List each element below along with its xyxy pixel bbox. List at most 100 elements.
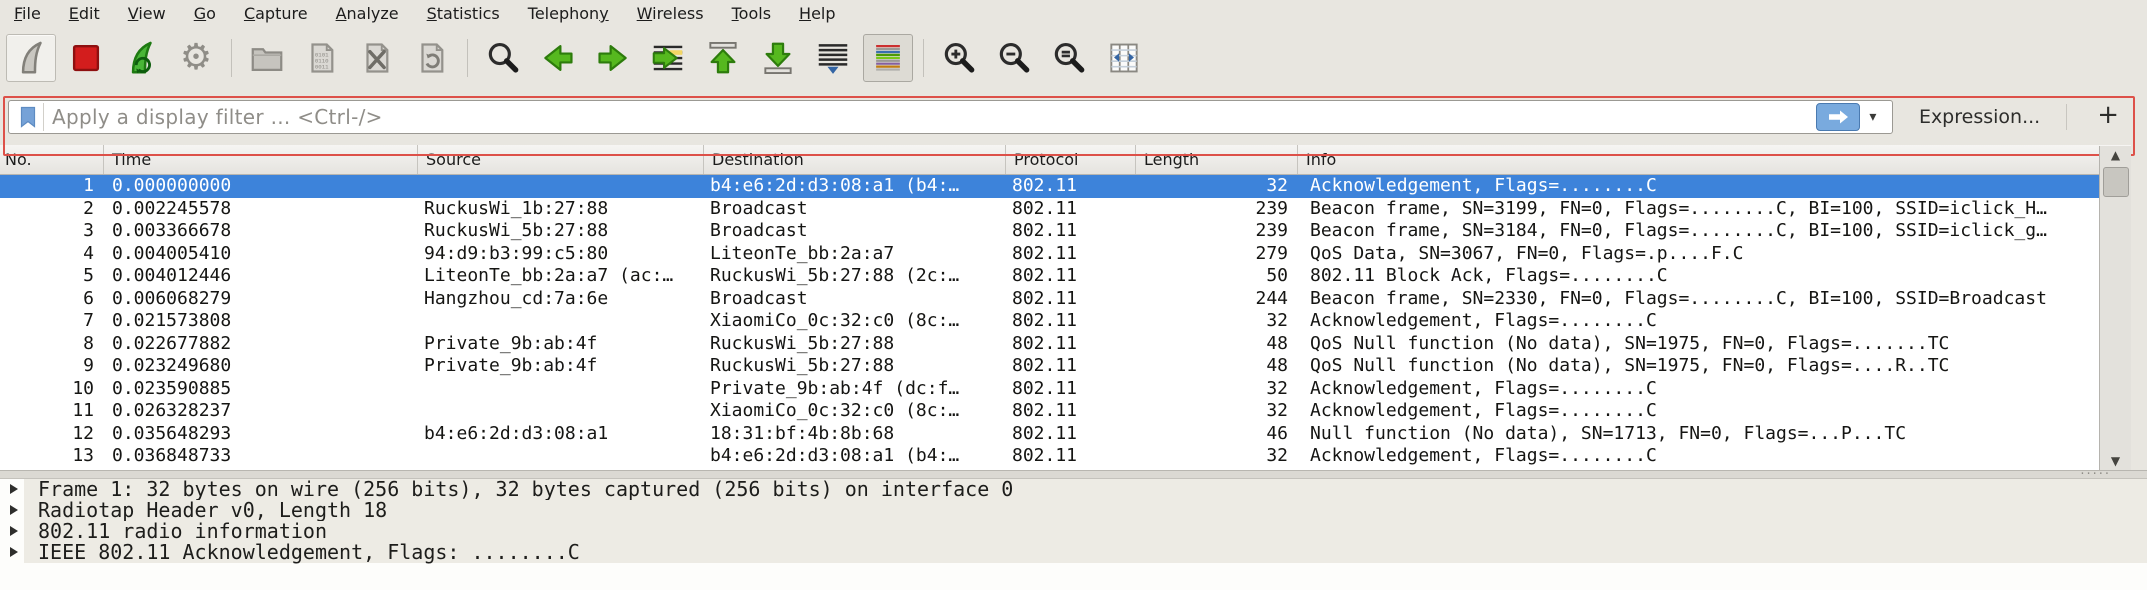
cell-time: 0.036848733 (104, 445, 418, 468)
filter-separator (2066, 104, 2067, 130)
column-header-time[interactable]: Time (104, 145, 418, 174)
column-header-no[interactable]: No. (0, 145, 104, 174)
packet-row-8[interactable]: 80.022677882Private_9b:ab:4fRuckusWi_5b:… (0, 333, 2099, 356)
cell-source: RuckusWi_1b:27:88 (418, 198, 704, 221)
cell-protocol: 802.11 (1006, 423, 1136, 446)
packet-row-1[interactable]: 10.000000000b4:e6:2d:d3:08:a1 (b4:…802.1… (0, 175, 2099, 198)
detail-row-1[interactable]: Frame 1: 32 bytes on wire (256 bits), 32… (0, 479, 2147, 500)
packet-row-10[interactable]: 100.023590885Private_9b:ab:4f (dc:f…802.… (0, 378, 2099, 401)
menu-wireless[interactable]: Wireless (623, 0, 718, 27)
save-file-button[interactable]: 010101100011 (297, 34, 347, 82)
menu-statistics[interactable]: Statistics (413, 0, 514, 27)
column-header-length[interactable]: Length (1136, 145, 1298, 174)
column-header-protocol[interactable]: Protocol (1006, 145, 1136, 174)
cell-destination: XiaomiCo_0c:32:c0 (8c:… (704, 400, 1006, 423)
resize-columns-button[interactable] (1099, 34, 1149, 82)
expression-button[interactable]: Expression... (1909, 106, 2050, 128)
detail-row-3[interactable]: 802.11 radio information (0, 521, 2147, 542)
menu-go[interactable]: Go (180, 0, 230, 27)
reload-file-button[interactable] (407, 34, 457, 82)
cell-time: 0.002245578 (104, 198, 418, 221)
scroll-up-icon[interactable]: ▲ (2100, 146, 2131, 164)
cell-destination: Broadcast (704, 220, 1006, 243)
zoom-original-button[interactable] (1044, 34, 1094, 82)
go-forward-button[interactable] (588, 34, 638, 82)
display-filter-field[interactable]: ▾ (8, 100, 1893, 134)
cell-destination: RuckusWi_5b:27:88 (704, 355, 1006, 378)
filter-bookmark-icon[interactable] (13, 103, 44, 131)
cell-destination: RuckusWi_5b:27:88 (704, 333, 1006, 356)
detail-text: IEEE 802.11 Acknowledgement, Flags: ....… (38, 542, 580, 563)
column-header-info[interactable]: Info (1298, 145, 2131, 174)
go-back-button[interactable] (533, 34, 583, 82)
menu-tools[interactable]: Tools (718, 0, 785, 27)
close-file-button[interactable] (352, 34, 402, 82)
cell-protocol: 802.11 (1006, 198, 1136, 221)
packet-row-9[interactable]: 90.023249680Private_9b:ab:4fRuckusWi_5b:… (0, 355, 2099, 378)
expander-icon[interactable] (10, 526, 18, 536)
packet-row-5[interactable]: 50.004012446LiteonTe_bb:2a:a7 (ac:…Rucku… (0, 265, 2099, 288)
capture-options-button[interactable]: ⚙ (171, 34, 221, 82)
menu-capture[interactable]: Capture (230, 0, 322, 27)
go-last-button[interactable] (753, 34, 803, 82)
go-to-packet-button[interactable] (643, 34, 693, 82)
menu-file[interactable]: File (0, 0, 55, 27)
scroll-down-icon[interactable]: ▼ (2100, 452, 2131, 470)
menu-analyze[interactable]: Analyze (322, 0, 413, 27)
detail-text: Frame 1: 32 bytes on wire (256 bits), 32… (38, 479, 1013, 500)
menu-telephony[interactable]: Telephony (514, 0, 623, 27)
packet-row-4[interactable]: 40.00400541094:d9:b3:99:c5:80LiteonTe_bb… (0, 243, 2099, 266)
colorize-button[interactable] (863, 34, 913, 82)
cell-no: 5 (0, 265, 104, 288)
cell-time: 0.000000000 (104, 175, 418, 198)
cell-info: Beacon frame, SN=3199, FN=0, Flags=.....… (1298, 198, 2099, 221)
open-file-button[interactable] (242, 34, 292, 82)
filter-dropdown-caret[interactable]: ▾ (1860, 104, 1886, 130)
add-filter-button[interactable]: + (2083, 102, 2133, 132)
packet-list-scrollbar[interactable]: ▲ ▼ (2099, 146, 2131, 470)
packet-list-header: No.TimeSourceDestinationProtocolLengthIn… (0, 145, 2131, 175)
cell-no: 3 (0, 220, 104, 243)
packet-row-13[interactable]: 130.036848733b4:e6:2d:d3:08:a1 (b4:…802.… (0, 445, 2099, 468)
cell-length: 244 (1136, 288, 1298, 311)
find-packet-button[interactable] (478, 34, 528, 82)
auto-scroll-button[interactable] (808, 34, 858, 82)
packet-row-3[interactable]: 30.003366678RuckusWi_5b:27:88Broadcast80… (0, 220, 2099, 243)
svg-text:0011: 0011 (315, 63, 329, 70)
apply-filter-button[interactable] (1816, 103, 1860, 131)
go-forward-icon (594, 39, 632, 77)
menu-view[interactable]: View (114, 0, 180, 27)
detail-row-4[interactable]: IEEE 802.11 Acknowledgement, Flags: ....… (0, 542, 2147, 563)
packet-row-7[interactable]: 70.021573808XiaomiCo_0c:32:c0 (8c:…802.1… (0, 310, 2099, 333)
zoom-out-button[interactable] (989, 34, 1039, 82)
restart-capture-button[interactable] (116, 34, 166, 82)
go-first-button[interactable] (698, 34, 748, 82)
cell-source (418, 445, 704, 468)
packet-row-6[interactable]: 60.006068279Hangzhou_cd:7a:6eBroadcast80… (0, 288, 2099, 311)
detail-row-2[interactable]: Radiotap Header v0, Length 18 (0, 500, 2147, 521)
display-filter-input[interactable] (44, 105, 1816, 129)
cell-length: 279 (1136, 243, 1298, 266)
menu-edit[interactable]: Edit (55, 0, 114, 27)
expander-icon[interactable] (10, 505, 18, 515)
packet-row-12[interactable]: 120.035648293b4:e6:2d:d3:08:a118:31:bf:4… (0, 423, 2099, 446)
column-header-destination[interactable]: Destination (704, 145, 1006, 174)
menu-help[interactable]: Help (785, 0, 849, 27)
cell-length: 239 (1136, 198, 1298, 221)
packet-row-11[interactable]: 110.026328237XiaomiCo_0c:32:c0 (8c:…802.… (0, 400, 2099, 423)
column-header-source[interactable]: Source (418, 145, 704, 174)
packet-row-2[interactable]: 20.002245578RuckusWi_1b:27:88Broadcast80… (0, 198, 2099, 221)
cell-length: 32 (1136, 310, 1298, 333)
scrollbar-thumb[interactable] (2103, 167, 2129, 197)
expander-icon[interactable] (10, 484, 18, 494)
stop-capture-button[interactable] (61, 34, 111, 82)
cell-info: Acknowledgement, Flags=........C (1298, 378, 2099, 401)
start-capture-button[interactable] (6, 34, 56, 82)
cell-protocol: 802.11 (1006, 445, 1136, 468)
expander-icon[interactable] (10, 547, 18, 557)
cell-source (418, 310, 704, 333)
cell-no: 9 (0, 355, 104, 378)
cell-info: Acknowledgement, Flags=........C (1298, 310, 2099, 333)
open-file-icon (248, 39, 286, 77)
zoom-in-button[interactable] (934, 34, 984, 82)
